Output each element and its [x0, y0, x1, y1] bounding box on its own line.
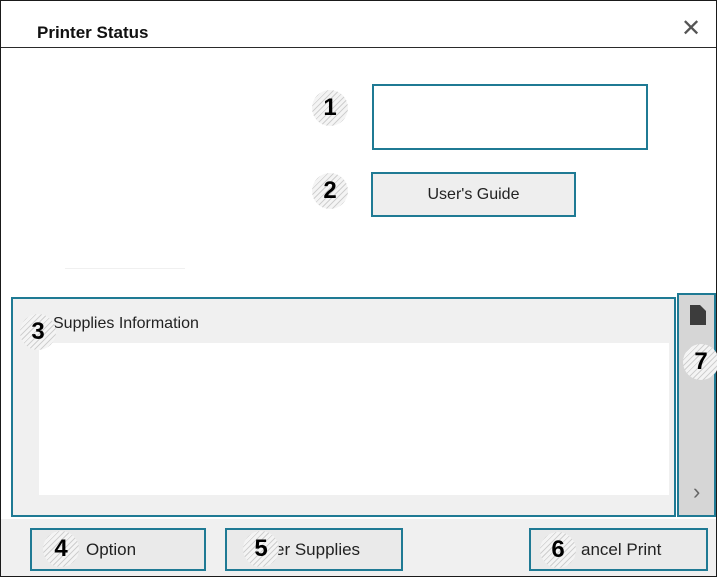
- callout-badge-3: 3: [20, 314, 56, 350]
- side-panel-toggle[interactable]: ›: [677, 293, 716, 517]
- title-bar: Printer Status ✕: [1, 1, 716, 48]
- status-message-box: [372, 84, 648, 150]
- window-title: Printer Status: [37, 23, 149, 42]
- callout-badge-1: 1: [312, 90, 348, 126]
- order-supplies-button-label: er Supplies: [275, 540, 361, 559]
- supplies-information-label: Supplies Information: [53, 315, 199, 332]
- callout-badge-4: 4: [43, 531, 79, 567]
- supplies-information-panel: Supplies Information: [11, 297, 676, 517]
- callout-badge-2: 2: [312, 173, 348, 209]
- divider: [65, 268, 185, 269]
- close-icon[interactable]: ✕: [679, 17, 703, 41]
- cancel-print-button-label: ancel Print: [581, 540, 662, 559]
- users-guide-button[interactable]: User's Guide: [371, 172, 576, 217]
- document-icon[interactable]: [690, 305, 706, 330]
- chevron-right-icon[interactable]: ›: [693, 481, 700, 503]
- callout-badge-6: 6: [540, 532, 576, 568]
- bottom-button-bar: Option er Supplies ancel Print: [1, 519, 716, 576]
- status-area: User's Guide: [1, 48, 716, 288]
- callout-badge-7: 7: [683, 344, 717, 380]
- printer-status-window: Printer Status ✕ User's Guide Supplies I…: [0, 0, 717, 577]
- supplies-content-area: [39, 343, 669, 495]
- callout-badge-5: 5: [243, 531, 279, 567]
- option-button-label: Option: [86, 540, 137, 559]
